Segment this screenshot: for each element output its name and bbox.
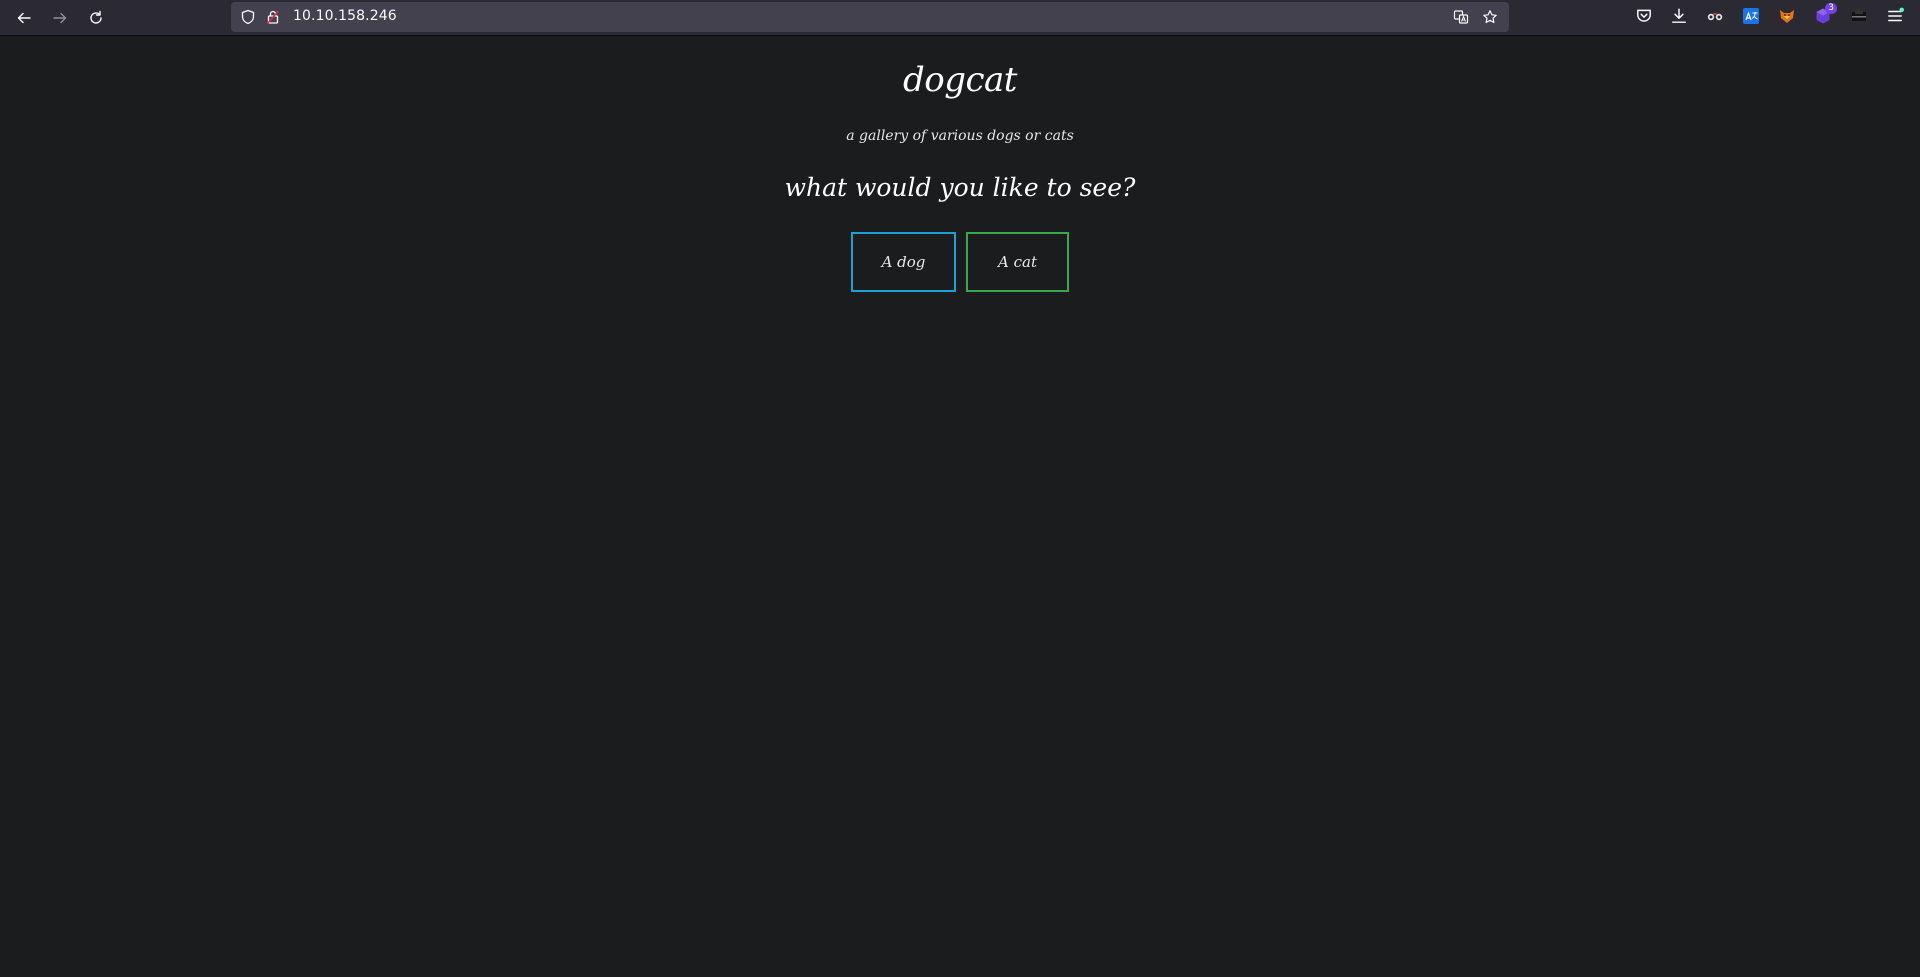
forward-arrow-icon — [53, 12, 67, 24]
pocket-icon[interactable] — [1634, 6, 1654, 26]
reload-button[interactable] — [82, 4, 110, 32]
back-arrow-icon — [17, 12, 31, 24]
hamburger-menu-icon[interactable] — [1885, 6, 1905, 26]
reload-icon — [90, 10, 102, 24]
choice-buttons: A dog A cat — [851, 232, 1069, 292]
insecure-lock-icon[interactable] — [265, 9, 281, 25]
page-content: dogcat a gallery of various dogs or cats… — [0, 37, 1920, 977]
back-button[interactable] — [10, 4, 38, 32]
browser-toolbar: 10.10.158.246 3 — [0, 0, 1920, 36]
url-bar[interactable]: 10.10.158.246 — [231, 2, 1509, 32]
extension-badge: 3 — [1825, 3, 1837, 14]
bookmark-star-icon[interactable] — [1482, 9, 1498, 25]
translate-extension-icon[interactable] — [1741, 6, 1761, 26]
tracking-protection-shield-icon[interactable] — [240, 9, 256, 25]
url-text[interactable]: 10.10.158.246 — [293, 8, 397, 24]
dog-button[interactable]: A dog — [851, 232, 956, 292]
page-subtitle: a gallery of various dogs or cats — [846, 128, 1074, 144]
extension-hat-icon[interactable] — [1849, 6, 1869, 26]
page-title: dogcat — [903, 60, 1017, 100]
cat-button-label: A cat — [998, 253, 1037, 271]
foxyproxy-icon[interactable] — [1777, 6, 1797, 26]
extension-cube-icon[interactable]: 3 — [1813, 3, 1837, 26]
downloads-icon[interactable] — [1669, 6, 1689, 26]
prompt-question: what would you like to see? — [784, 173, 1136, 202]
cat-button[interactable]: A cat — [966, 232, 1069, 292]
translate-icon[interactable] — [1453, 9, 1469, 25]
dog-button-label: A dog — [881, 253, 926, 271]
extension-glasses-icon[interactable] — [1705, 6, 1725, 26]
forward-button[interactable] — [46, 4, 74, 32]
